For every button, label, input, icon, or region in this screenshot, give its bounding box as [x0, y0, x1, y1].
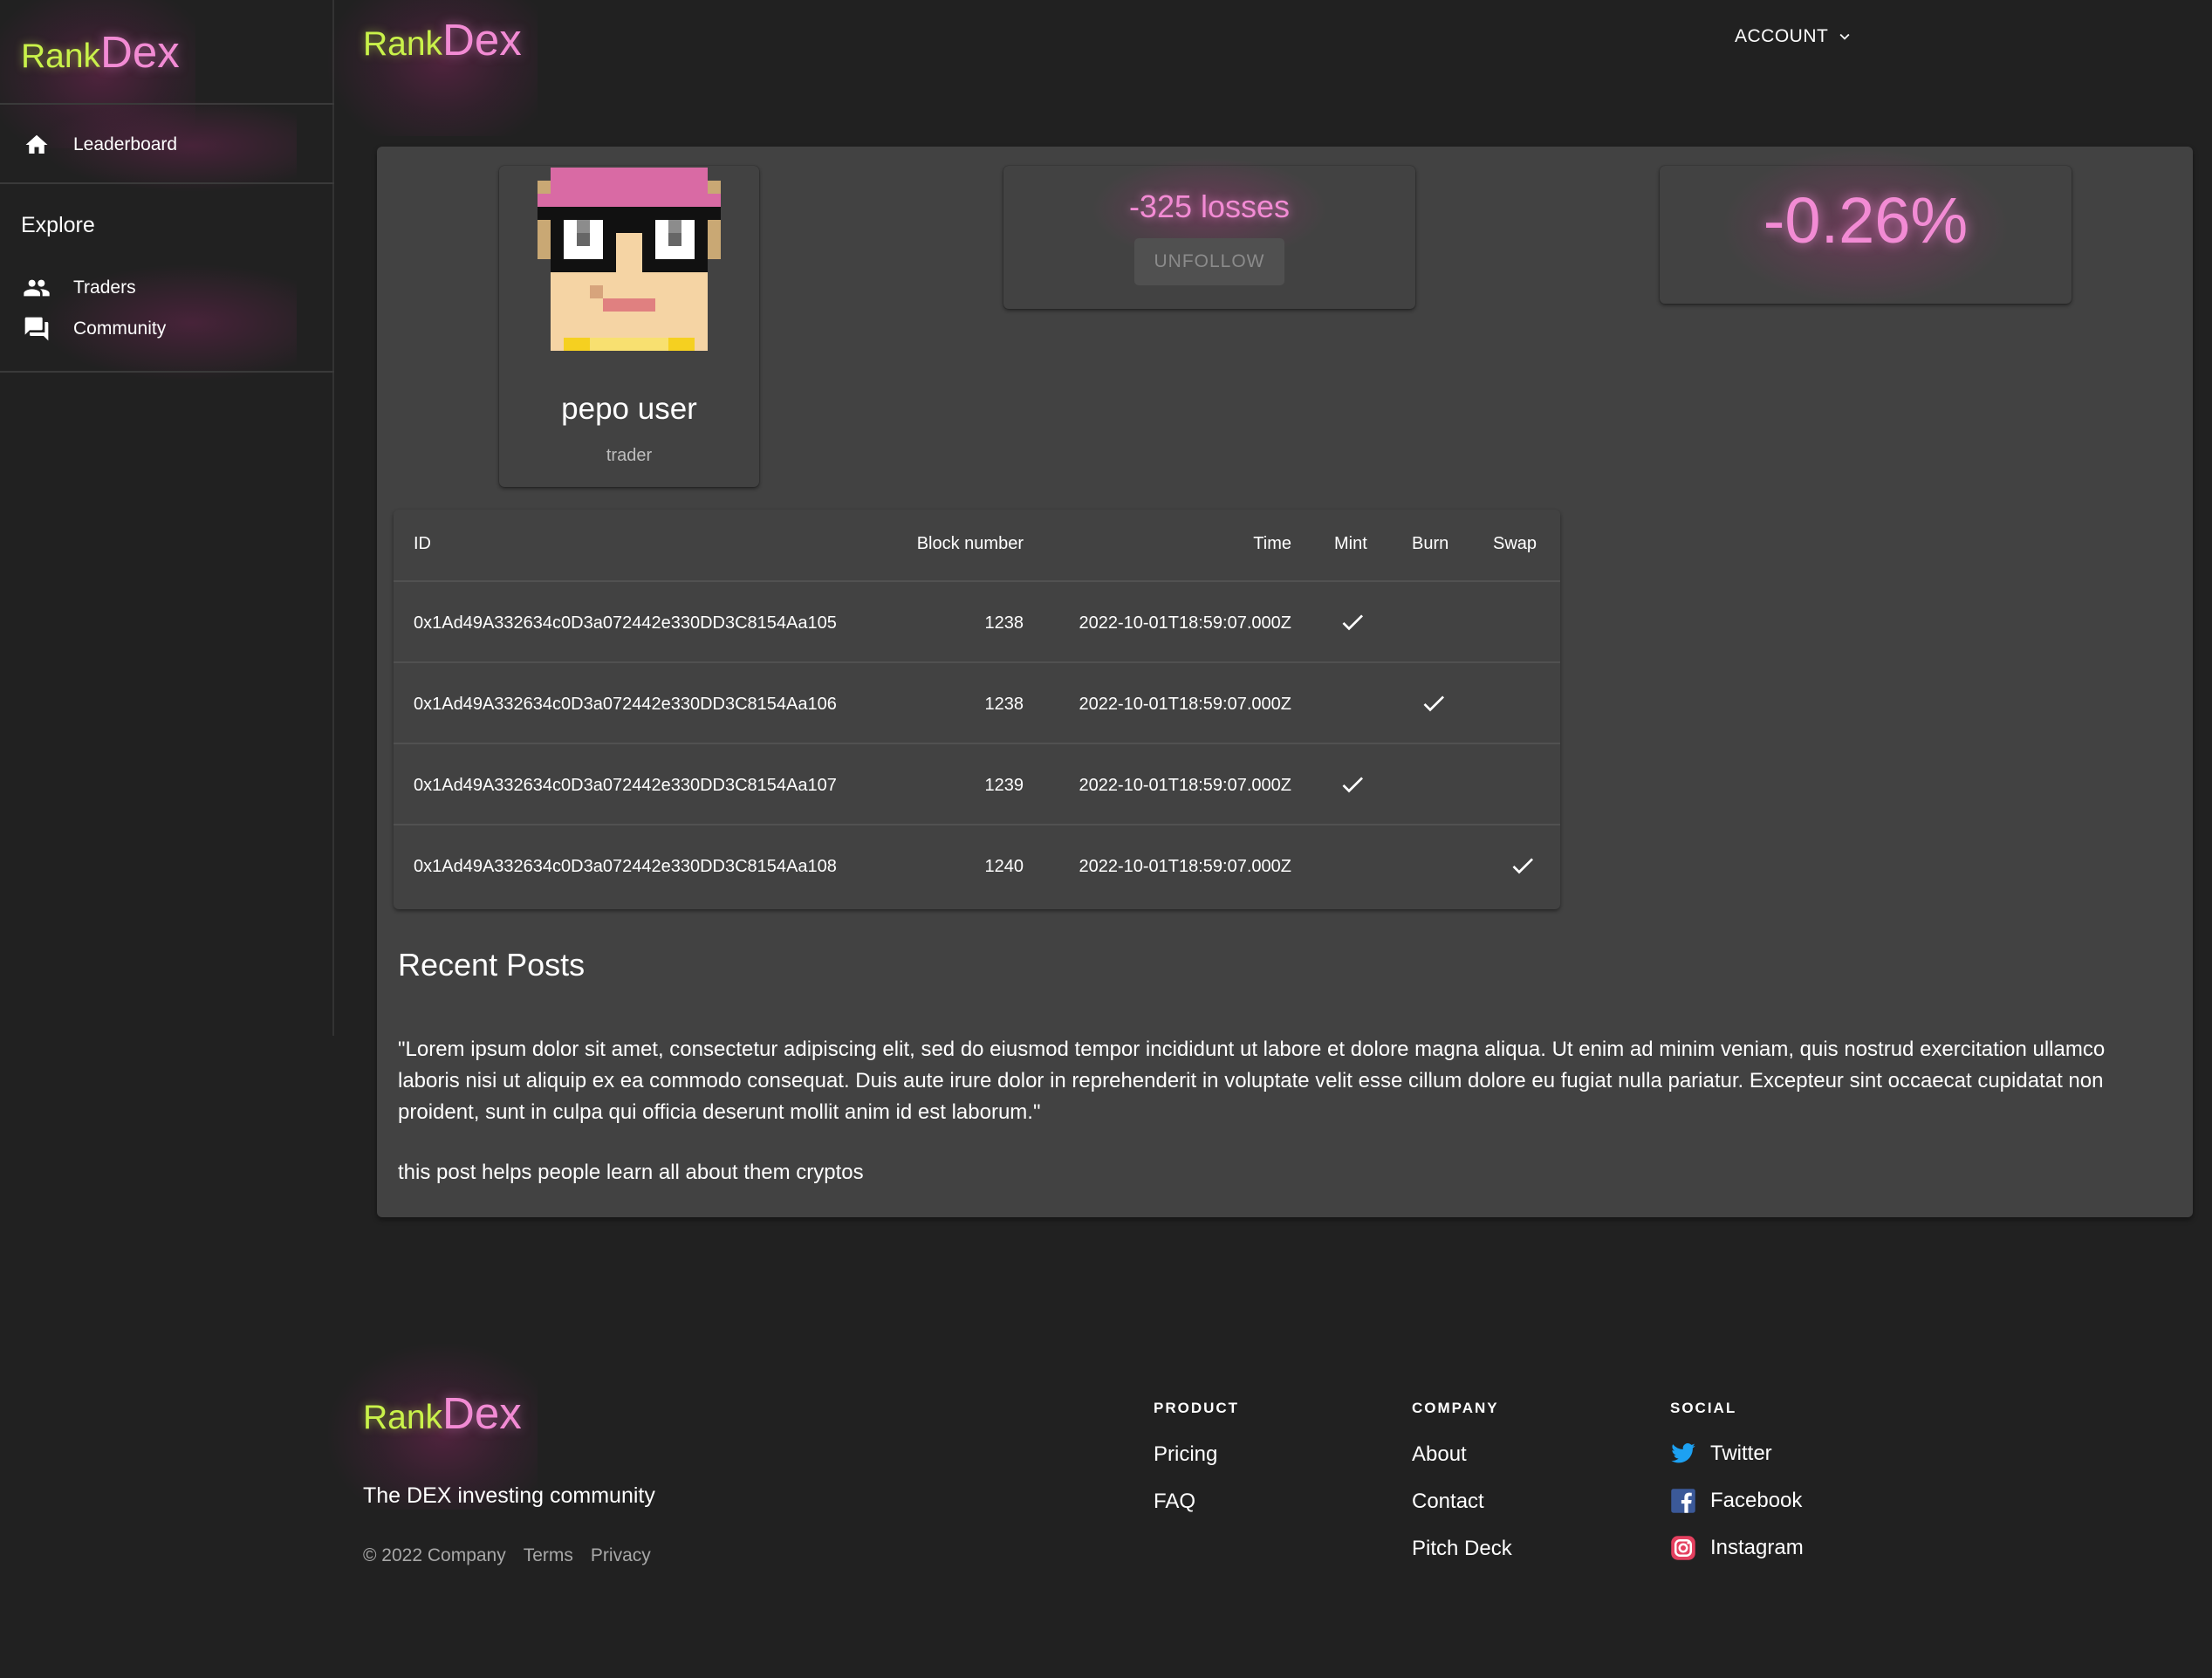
forum-icon [21, 313, 52, 345]
logo-rank-text: Rank [363, 1399, 443, 1436]
footer-link-twitter[interactable]: Twitter [1670, 1441, 1772, 1467]
column-header-id[interactable]: ID [414, 534, 431, 554]
sidebar-divider [0, 371, 334, 373]
sidebar-item-leaderboard[interactable]: Leaderboard [21, 124, 177, 166]
mint-check-icon [1342, 614, 1363, 631]
mint-check-icon [1342, 777, 1363, 793]
footer-link-faq[interactable]: FAQ [1154, 1490, 1195, 1514]
social-column-title: SOCIAL [1670, 1400, 1737, 1416]
footer-link-contact[interactable]: Contact [1412, 1490, 1484, 1514]
social-link-label: Twitter [1710, 1442, 1772, 1465]
avatar [538, 168, 721, 351]
privacy-link[interactable]: Privacy [591, 1545, 651, 1566]
tx-time: 2022-10-01T18:59:07.000Z [1079, 613, 1291, 633]
company-column-title: COMPANY [1412, 1400, 1499, 1416]
losses-card: -325 losses UNFOLLOW [1003, 157, 1415, 309]
account-label: ACCOUNT [1735, 26, 1829, 46]
sidebar-item-label: Traders [73, 277, 136, 298]
tx-id: 0x1Ad49A332634c0D3a072442e330DD3C8154Aa1… [414, 857, 837, 876]
footer-link-pitch-deck[interactable]: Pitch Deck [1412, 1537, 1512, 1561]
header-logo[interactable]: RankDex [328, 0, 538, 136]
sidebar-item-label: Leaderboard [73, 134, 178, 154]
table-row[interactable]: 0x1Ad49A332634c0D3a072442e330DD3C8154Aa1… [394, 663, 1560, 744]
tx-block: 1238 [984, 613, 1024, 633]
tx-block: 1239 [984, 776, 1024, 795]
tx-block: 1238 [984, 695, 1024, 714]
logo-dex-text: Dex [442, 15, 522, 65]
tx-block: 1240 [984, 857, 1024, 876]
column-header-mint[interactable]: Mint [1334, 534, 1367, 554]
sidebar-item-community[interactable]: Community [21, 308, 166, 350]
footer-tagline: The DEX investing community [363, 1483, 655, 1508]
table-header-row: ID Block number Time Mint Burn Swap [394, 510, 1560, 582]
performance-card: -0.26% [1660, 148, 2072, 305]
home-icon [21, 129, 52, 161]
profile-name: pepo user [561, 392, 697, 426]
burn-check-icon [1423, 695, 1444, 712]
facebook-icon [1670, 1488, 1696, 1514]
terms-link[interactable]: Terms [524, 1545, 573, 1566]
sidebar-item-label: Community [73, 318, 167, 339]
chevron-down-icon [1839, 33, 1850, 40]
sidebar-divider [0, 103, 334, 105]
sidebar: RankDex Leaderboard Explore Traders Comm… [0, 0, 334, 1036]
social-link-label: Instagram [1710, 1536, 1804, 1559]
sidebar-divider [0, 182, 334, 184]
tx-time: 2022-10-01T18:59:07.000Z [1079, 857, 1291, 876]
footer-link-instagram[interactable]: Instagram [1670, 1535, 1804, 1561]
tx-id: 0x1Ad49A332634c0D3a072442e330DD3C8154Aa1… [414, 695, 837, 714]
instagram-icon [1670, 1535, 1696, 1561]
column-header-swap[interactable]: Swap [1493, 534, 1537, 554]
column-header-time[interactable]: Time [1253, 534, 1291, 554]
social-link-label: Facebook [1710, 1489, 1803, 1512]
profile-card: pepo user trader [499, 166, 759, 487]
footer-link-pricing[interactable]: Pricing [1154, 1442, 1217, 1467]
table-row[interactable]: 0x1Ad49A332634c0D3a072442e330DD3C8154Aa1… [394, 582, 1560, 663]
tx-id: 0x1Ad49A332634c0D3a072442e330DD3C8154Aa1… [414, 776, 837, 795]
twitter-icon [1670, 1441, 1696, 1467]
copyright-text: © 2022 Company [363, 1545, 506, 1565]
tx-time: 2022-10-01T18:59:07.000Z [1079, 776, 1291, 795]
tx-time: 2022-10-01T18:59:07.000Z [1079, 695, 1291, 714]
transactions-table: ID Block number Time Mint Burn Swap 0x1A… [394, 510, 1560, 909]
footer-link-facebook[interactable]: Facebook [1670, 1488, 1802, 1514]
account-menu-button[interactable]: ACCOUNT [1735, 26, 1854, 47]
recent-posts-heading: Recent Posts [398, 947, 586, 983]
logo-dex-text: Dex [100, 27, 180, 77]
sidebar-item-traders[interactable]: Traders [21, 267, 136, 309]
product-column-title: PRODUCT [1154, 1400, 1240, 1416]
footer-link-about[interactable]: About [1412, 1442, 1467, 1467]
column-header-burn[interactable]: Burn [1412, 534, 1448, 554]
unfollow-button[interactable]: UNFOLLOW [1134, 238, 1284, 285]
post-item: this post helps people learn all about t… [398, 1161, 864, 1184]
people-icon [21, 272, 52, 304]
logo-rank-text: Rank [21, 38, 101, 75]
tx-id: 0x1Ad49A332634c0D3a072442e330DD3C8154Aa1… [414, 613, 837, 633]
logo-dex-text: Dex [442, 1388, 522, 1438]
explore-heading: Explore [21, 213, 95, 237]
footer-logo[interactable]: RankDex [328, 1344, 538, 1510]
sidebar-logo[interactable]: RankDex [0, 0, 195, 148]
table-row[interactable]: 0x1Ad49A332634c0D3a072442e330DD3C8154Aa1… [394, 825, 1560, 907]
performance-percent: -0.26% [1763, 184, 1969, 257]
column-header-block[interactable]: Block number [917, 534, 1024, 554]
profile-role: trader [606, 446, 653, 465]
swap-check-icon [1512, 858, 1533, 874]
table-row[interactable]: 0x1Ad49A332634c0D3a072442e330DD3C8154Aa1… [394, 744, 1560, 825]
post-item: "Lorem ipsum dolor sit amet, consectetur… [398, 1038, 2106, 1124]
logo-rank-text: Rank [363, 25, 443, 63]
footer-legal: © 2022 Company Terms Privacy [363, 1545, 668, 1566]
losses-count: -325 losses [1128, 188, 1291, 224]
